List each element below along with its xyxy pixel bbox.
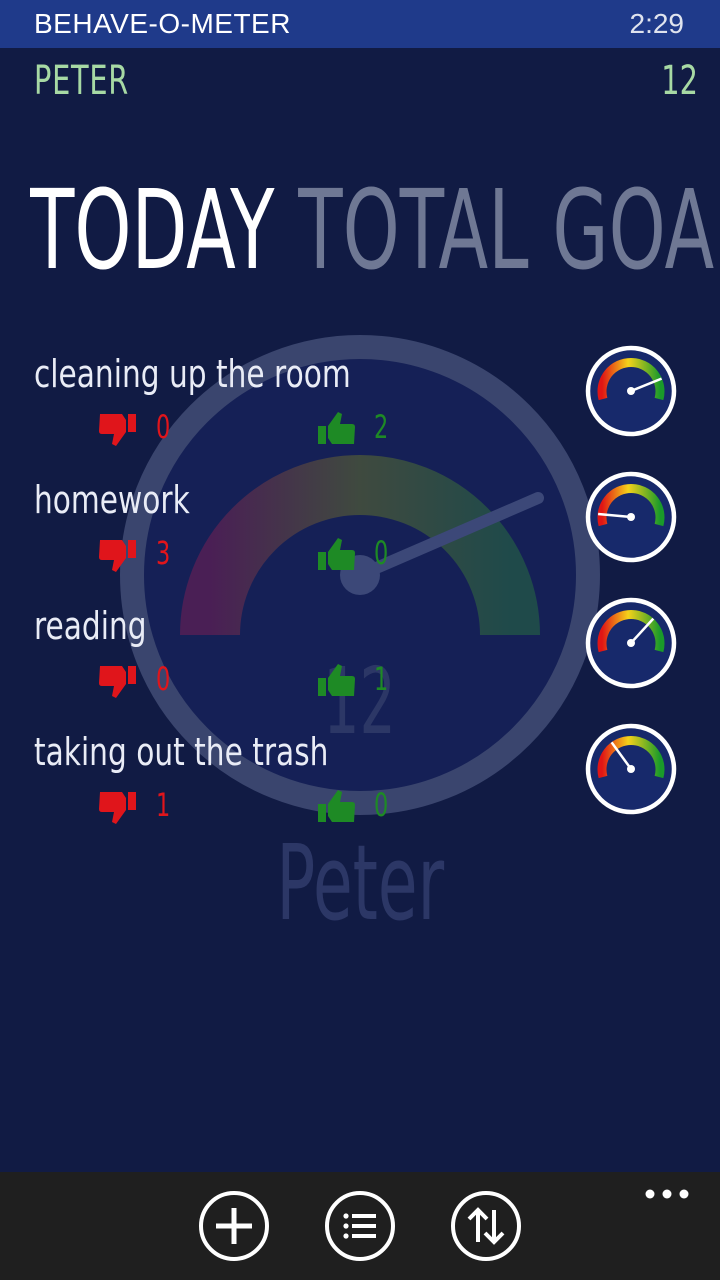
thumbs-up-icon[interactable]	[316, 410, 356, 448]
behavior-gauge-icon[interactable]	[584, 722, 678, 816]
behavior-gauge-icon[interactable]	[584, 596, 678, 690]
app-title: BEHAVE-O-METER	[34, 8, 291, 39]
behavior-name: cleaning up the room	[34, 352, 351, 396]
behavior-name: reading	[34, 604, 147, 648]
thumbs-up-count: 1	[374, 660, 389, 698]
profile-name[interactable]: PETER	[34, 58, 129, 104]
thumbs-up-icon[interactable]	[316, 662, 356, 700]
thumbs-up-count: 0	[374, 786, 389, 824]
behavior-gauge-icon[interactable]	[584, 470, 678, 564]
tab-goals[interactable]: GOALS	[552, 170, 720, 290]
behavior-item-cleaning[interactable]: cleaning up the room 0 2	[0, 352, 720, 476]
behavior-item-reading[interactable]: reading 0 1	[0, 604, 720, 728]
thumbs-up-icon[interactable]	[316, 788, 356, 826]
profile-score: 12	[661, 58, 698, 104]
thumbs-down-count: 3	[156, 534, 171, 572]
behavior-name: taking out the trash	[34, 730, 329, 774]
thumbs-down-icon[interactable]	[98, 410, 138, 448]
behavior-gauge-icon[interactable]	[584, 344, 678, 438]
clock: 2:29	[629, 8, 685, 39]
app-bar	[0, 1172, 720, 1280]
tab-today[interactable]: TODAY	[30, 170, 274, 290]
thumbs-down-count: 1	[156, 786, 171, 824]
behavior-item-homework[interactable]: homework 3 0	[0, 478, 720, 602]
thumbs-down-icon[interactable]	[98, 536, 138, 574]
thumbs-up-count: 0	[374, 534, 389, 572]
add-icon[interactable]	[198, 1190, 270, 1262]
list-icon[interactable]	[324, 1190, 396, 1262]
behavior-item-trash[interactable]: taking out the trash 1 0	[0, 730, 720, 854]
thumbs-up-count: 2	[374, 408, 389, 446]
thumbs-down-icon[interactable]	[98, 662, 138, 700]
thumbs-up-icon[interactable]	[316, 536, 356, 574]
thumbs-down-count: 0	[156, 408, 171, 446]
status-bar: BEHAVE-O-METER 2:29	[0, 0, 720, 48]
more-icon[interactable]	[644, 1184, 690, 1204]
thumbs-down-count: 0	[156, 660, 171, 698]
pivot-header: TODAYTOTALGOALSR	[30, 170, 720, 290]
sort-icon[interactable]	[450, 1190, 522, 1262]
behavior-name: homework	[34, 478, 190, 522]
thumbs-down-icon[interactable]	[98, 788, 138, 826]
tab-total[interactable]: TOTAL	[298, 170, 528, 290]
